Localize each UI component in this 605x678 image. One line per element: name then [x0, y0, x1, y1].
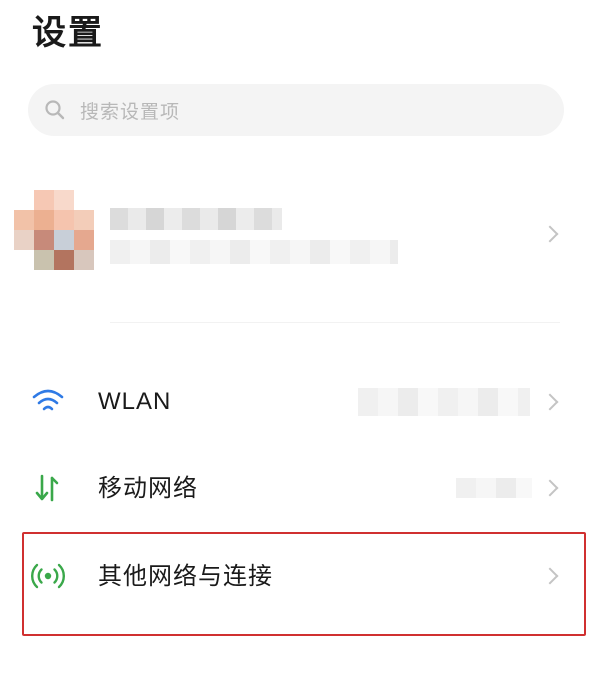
menu-item-wlan[interactable]: WLAN: [0, 360, 605, 446]
chevron-right-icon: [541, 567, 559, 585]
mobile-network-value-redacted: [456, 478, 532, 498]
menu-item-label: WLAN: [98, 388, 172, 415]
menu-item-label: 移动网络: [98, 474, 198, 502]
search-input[interactable]: 搜索设置项: [28, 84, 564, 136]
wlan-value-redacted: [358, 388, 530, 416]
page-title: 设置: [32, 13, 104, 53]
divider: [110, 322, 560, 323]
search-placeholder: 搜索设置项: [80, 100, 181, 123]
chevron-right-icon: [541, 479, 559, 497]
menu-item-mobile-network[interactable]: 移动网络: [0, 446, 605, 532]
avatar: [14, 190, 94, 270]
account-subtitle-redacted: [110, 240, 398, 264]
menu-item-label: 其他网络与连接: [98, 562, 273, 590]
chevron-right-icon: [541, 225, 559, 243]
account-name-redacted: [110, 208, 282, 230]
wifi-icon: [30, 384, 66, 420]
account-row[interactable]: [0, 180, 605, 290]
menu-item-other-networks[interactable]: 其他网络与连接: [0, 532, 605, 618]
search-icon: [44, 99, 66, 121]
mobile-data-icon: [30, 470, 66, 506]
connection-icon: [30, 558, 66, 594]
chevron-right-icon: [541, 393, 559, 411]
